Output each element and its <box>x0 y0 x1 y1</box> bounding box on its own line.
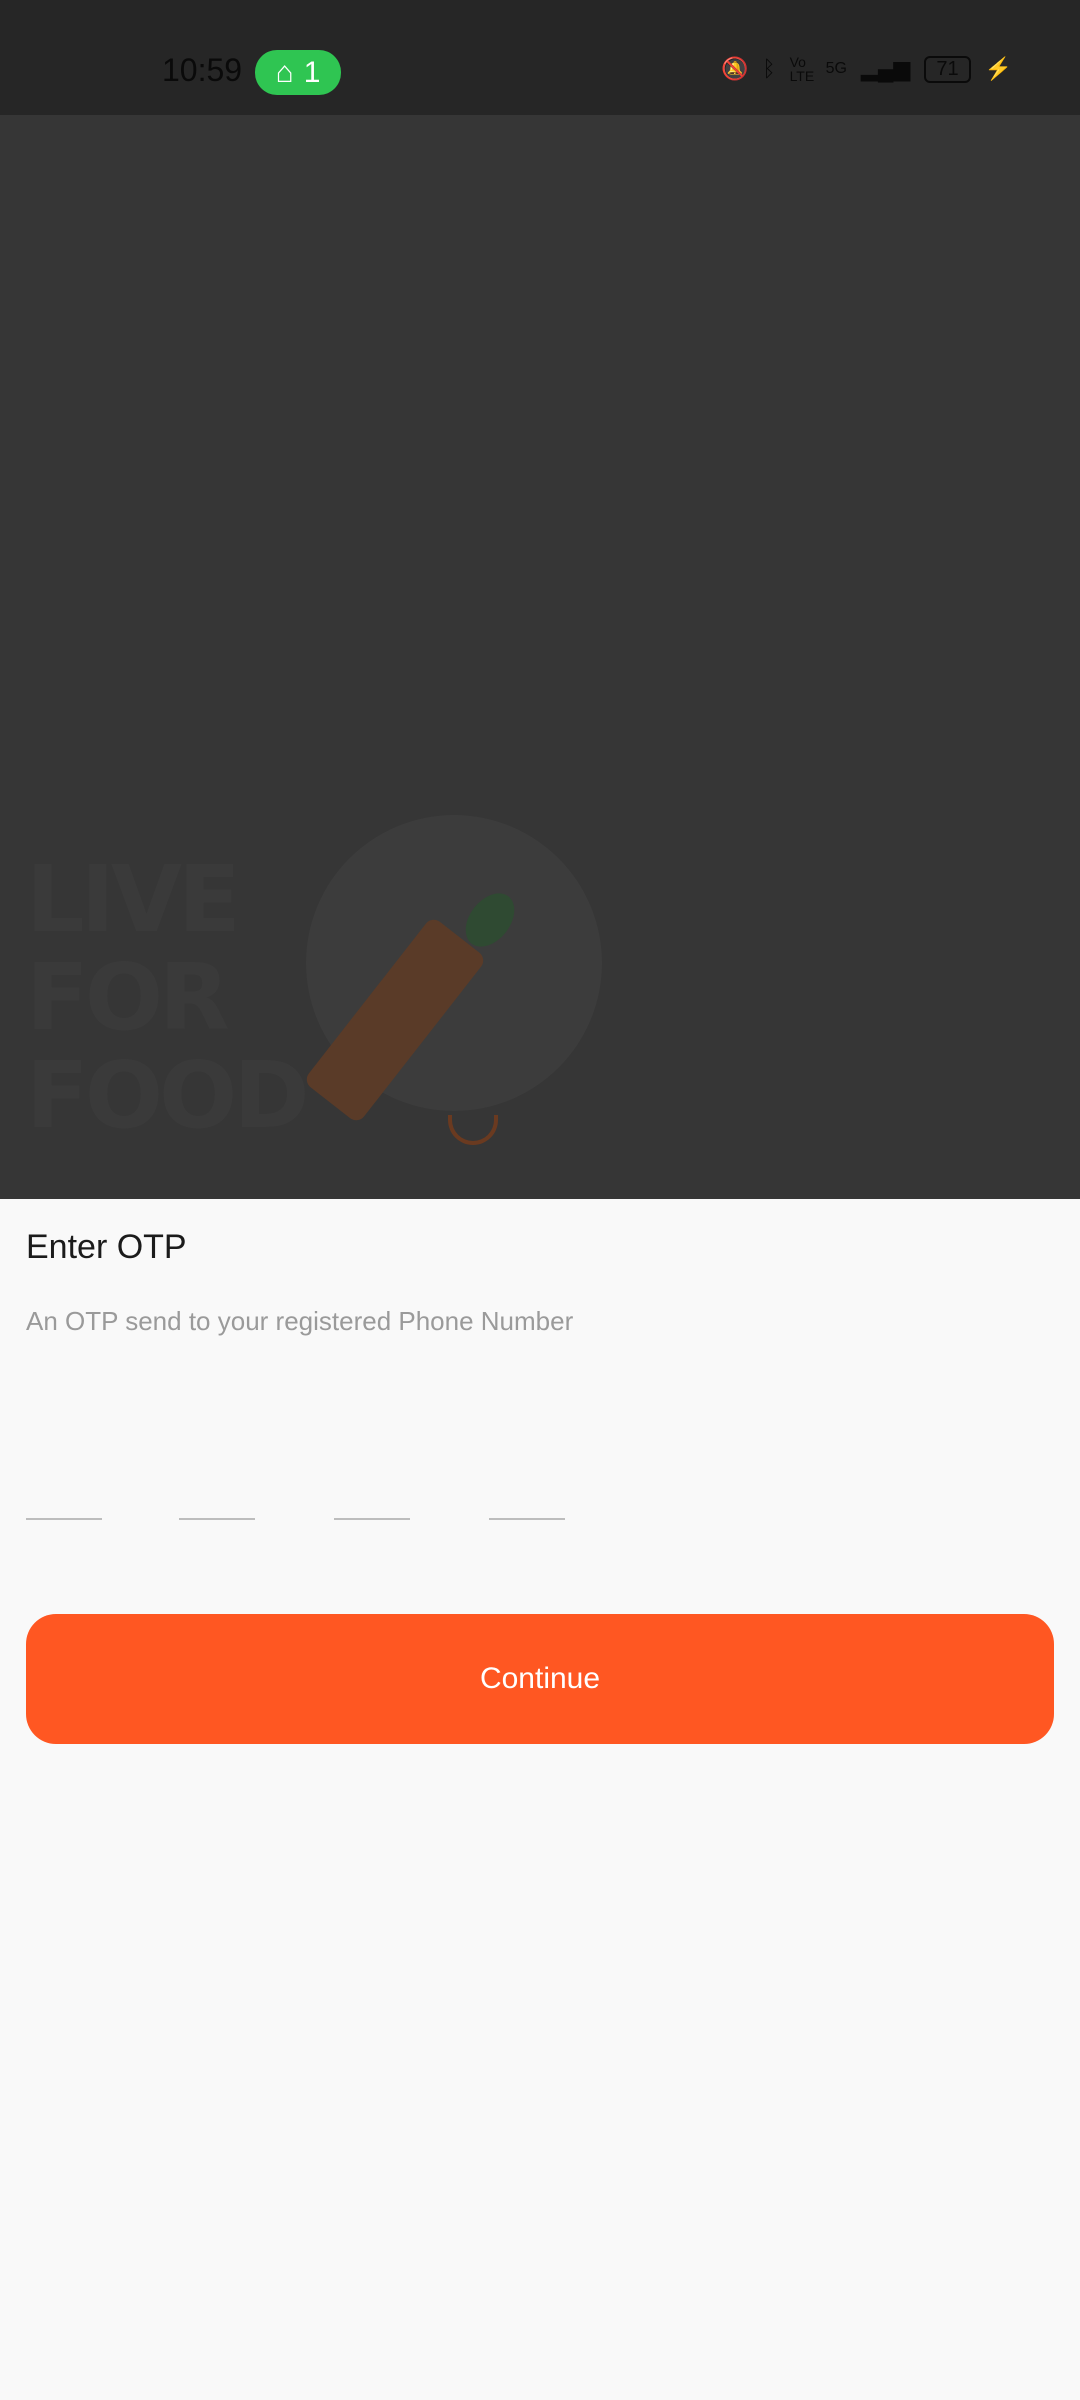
status-bar: 10:59 ⌂ 1 🔕 ᛒ Vo LTE 5G ▂▄▆ 71 ⚡ <box>0 0 1080 115</box>
page-subtitle: An OTP send to your registered Phone Num… <box>26 1306 574 1336</box>
continue-button[interactable]: Continue <box>26 1614 1054 1744</box>
otp-digit-4[interactable] <box>489 1480 565 1520</box>
hotspot-icon: ⌂ <box>275 55 294 89</box>
otp-digit-1[interactable] <box>26 1480 102 1520</box>
network-type: 5G <box>825 60 847 77</box>
brand-logo: LIVE FOR FOOD <box>26 846 310 1149</box>
otp-digit-2[interactable] <box>179 1480 255 1520</box>
otp-digit-3[interactable] <box>334 1480 410 1520</box>
smile-illustration <box>448 1115 498 1145</box>
page-title: Enter OTP <box>26 1228 187 1266</box>
signal-icon: ▂▄▆ <box>860 56 911 81</box>
hotspot-count: 1 <box>303 55 321 89</box>
charging-icon: ⚡ <box>984 56 1012 81</box>
status-icons: 🔕 ᛒ Vo LTE 5G ▂▄▆ 71 ⚡ <box>721 55 1012 83</box>
hero-banner: LIVE FOR FOOD <box>0 115 1080 1199</box>
status-time: 10:59 <box>162 52 243 88</box>
bell-muted-icon: 🔕 <box>720 56 749 81</box>
bluetooth-icon: ᛒ <box>762 56 776 81</box>
volte-icon: Vo LTE <box>789 54 815 84</box>
hotspot-pill[interactable]: ⌂ 1 <box>255 50 341 95</box>
battery-icon: 71 <box>924 55 971 83</box>
